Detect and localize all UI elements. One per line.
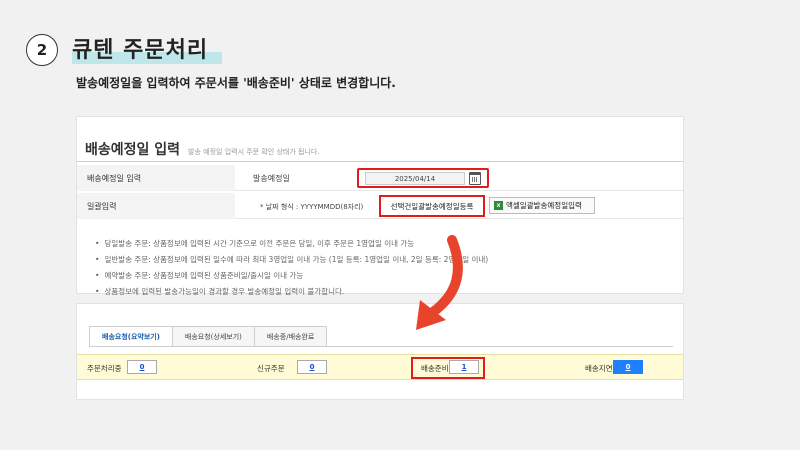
note-item: 일반발송 주문: 상품정보에 입력된 일수에 따라 최대 3영업일 이내 가능 …: [95, 253, 488, 269]
bulk-register-button[interactable]: 선택건일괄발송예정일등록: [379, 195, 485, 217]
note-item: 상품정보에 입력된 발송가능일이 경과할 경우 발송예정일 입력이 불가합니다.: [95, 285, 488, 301]
tab-bar: 배송요청(요약보기) 배송요청(상세보기) 배송중/배송완료: [89, 326, 328, 346]
status-count-delayed[interactable]: 0: [613, 360, 643, 374]
row-label: 일괄입력: [77, 193, 235, 219]
status-label-ready: 배송준비: [421, 364, 449, 373]
note-item: 당일발송 주문: 상품정보에 입력된 시간 기준으로 이전 주문은 당일, 이후…: [95, 237, 488, 253]
notes-list: 당일발송 주문: 상품정보에 입력된 시간 기준으로 이전 주문은 당일, 이후…: [95, 237, 488, 301]
panel-description: 발송 예정일 입력시 주문 확인 상태가 됩니다.: [188, 148, 320, 156]
bulk-input-row: 일괄입력 * 날짜 형식 : YYYYMMDD(8자리) 선택건일괄발송예정일등…: [77, 193, 683, 219]
step-number-badge: 2: [26, 34, 58, 66]
tab-divider: [89, 346, 673, 347]
order-status-panel: 배송요청(요약보기) 배송요청(상세보기) 배송중/배송완료 주문처리중 0 신…: [76, 303, 684, 400]
status-count-new[interactable]: 0: [297, 360, 327, 374]
field-label: 발송예정일: [253, 174, 290, 183]
slide: 2 큐텐 주문처리 발송예정일을 입력하여 주문서를 '배송준비' 상태로 변경…: [0, 0, 800, 450]
ship-date-row: 배송예정일 입력 발송예정일 2025/04/14: [77, 165, 683, 191]
title-wrap: 큐텐 주문처리: [72, 32, 222, 64]
panel-header: 배송예정일 입력 발송 예정일 입력시 주문 확인 상태가 됩니다.: [85, 139, 320, 159]
date-format-hint: * 날짜 형식 : YYYYMMDD(8자리): [260, 203, 364, 211]
tab-summary[interactable]: 배송요청(요약보기): [89, 326, 173, 346]
calendar-icon[interactable]: [469, 172, 481, 185]
page-title: 큐텐 주문처리: [72, 38, 209, 63]
status-label-new: 신규주문: [257, 364, 285, 373]
status-label-delayed: 배송지연: [585, 364, 613, 373]
date-input-highlight: 2025/04/14: [357, 168, 489, 188]
excel-upload-button[interactable]: x 액셀일괄발송예정일입력: [489, 197, 595, 214]
status-bar: 주문처리중 0 신규주문 0 배송준비 1 배송지연 0: [77, 354, 683, 380]
status-count-ready[interactable]: 1: [449, 360, 479, 374]
date-input[interactable]: 2025/04/14: [365, 172, 465, 185]
status-label-processing: 주문처리중: [87, 364, 122, 373]
page-subtitle: 발송예정일을 입력하여 주문서를 '배송준비' 상태로 변경합니다.: [76, 76, 396, 90]
panel-title: 배송예정일 입력: [85, 142, 181, 158]
divider: [77, 161, 683, 162]
status-count-processing[interactable]: 0: [127, 360, 157, 374]
tab-shipping[interactable]: 배송중/배송완료: [253, 326, 328, 346]
tab-detail[interactable]: 배송요청(상세보기): [171, 326, 255, 346]
note-item: 예약발송 주문: 상품정보에 입력된 상품준비일/출시일 이내 가능: [95, 269, 488, 285]
row-label: 배송예정일 입력: [77, 165, 235, 191]
excel-icon: x: [494, 201, 503, 210]
ship-date-panel: 배송예정일 입력 발송 예정일 입력시 주문 확인 상태가 됩니다. 배송예정일…: [76, 116, 684, 296]
excel-button-label: 액셀일괄발송예정일입력: [506, 201, 582, 210]
